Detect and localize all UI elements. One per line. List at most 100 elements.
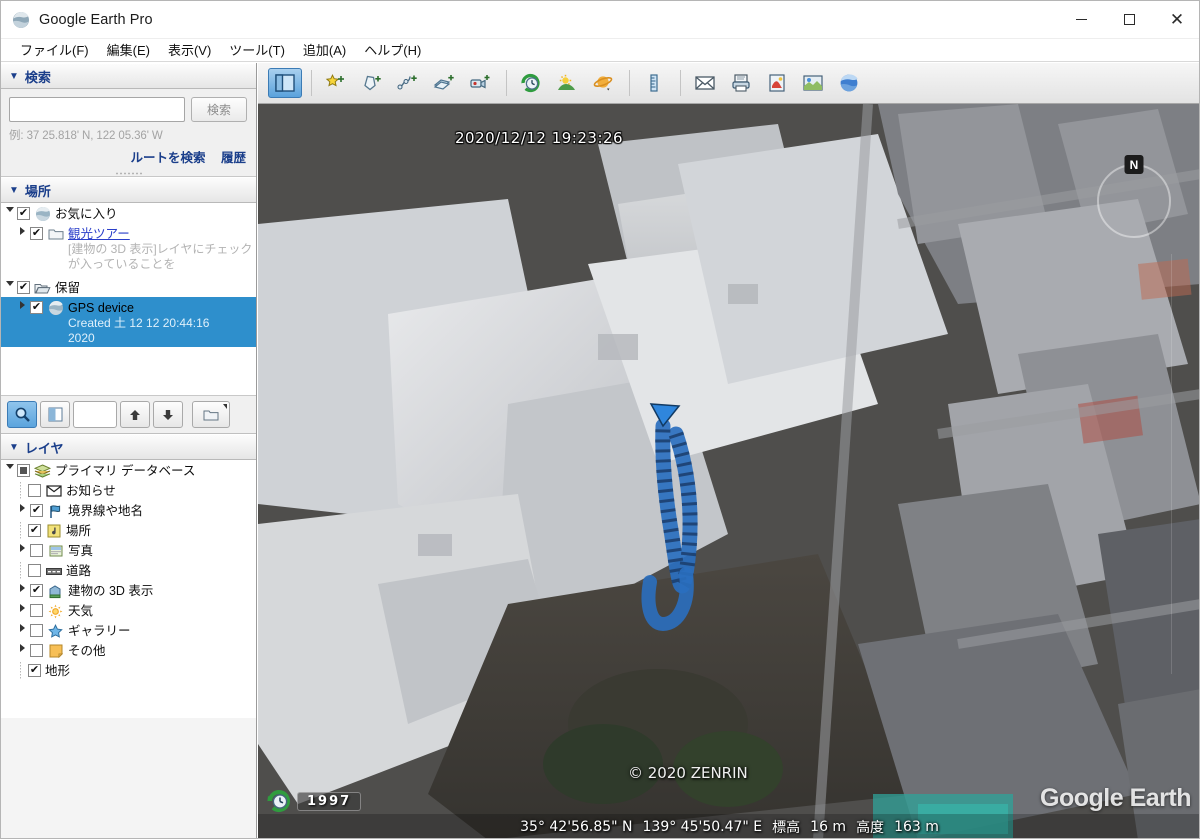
menu-file[interactable]: ファイル(F) — [11, 38, 98, 62]
add-image-overlay-button[interactable] — [427, 68, 461, 98]
save-image-button[interactable] — [760, 68, 794, 98]
search-panel-header[interactable]: ▼ 検索 — [1, 63, 256, 89]
navigation-compass[interactable]: N — [1097, 155, 1171, 238]
places-tree: ✔ お気に入り ✔ 観光ツアー [建物の 3D 表示]レイヤにチェックが入ってい… — [1, 203, 256, 396]
expand-toggle[interactable] — [3, 279, 16, 286]
checkbox[interactable]: ✔ — [17, 281, 30, 294]
view-in-maps-button[interactable] — [796, 68, 830, 98]
chevron-down-icon: ▼ — [9, 70, 19, 82]
menu-edit[interactable]: 編集(E) — [98, 38, 159, 62]
layer-item-label: プライマリ データベース — [55, 464, 196, 478]
menu-add[interactable]: 追加(A) — [294, 38, 355, 62]
checkbox[interactable] — [28, 564, 41, 577]
map-icon — [803, 75, 823, 91]
checkbox[interactable]: ✔ — [30, 584, 43, 597]
layer-item-weather[interactable]: 天気 — [1, 600, 256, 620]
expand-toggle[interactable] — [16, 502, 29, 512]
tree-guide — [16, 662, 27, 679]
places-item-tour[interactable]: ✔ 観光ツアー [建物の 3D 表示]レイヤにチェックが入っていることを — [1, 223, 256, 273]
layer-item-photos[interactable]: 写真 — [1, 540, 256, 560]
menu-tools[interactable]: ツール(T) — [220, 38, 294, 62]
polygon-icon — [364, 75, 381, 91]
earth-view-button[interactable] — [832, 68, 866, 98]
maximize-button[interactable] — [1105, 1, 1153, 39]
menu-view[interactable]: 表示(V) — [159, 38, 220, 62]
toggle-sidebar-button[interactable] — [268, 68, 302, 98]
record-tour-button[interactable] — [463, 68, 497, 98]
add-path-button[interactable] — [391, 68, 425, 98]
places-search-button[interactable] — [7, 401, 37, 428]
historical-imagery-widget[interactable]: 1997 — [266, 788, 362, 814]
expand-toggle[interactable] — [3, 205, 16, 212]
checkbox[interactable] — [17, 464, 30, 477]
layer-item-gallery[interactable]: ギャラリー — [1, 620, 256, 640]
places-folder-menu-button[interactable] — [192, 401, 230, 428]
places-item-label: GPS device — [68, 301, 135, 315]
layer-item-announcements[interactable]: お知らせ — [1, 480, 256, 500]
checkbox[interactable] — [30, 644, 43, 657]
places-item-label[interactable]: 観光ツアー — [68, 225, 254, 242]
chevron-down-icon — [223, 404, 227, 409]
menu-help[interactable]: ヘルプ(H) — [355, 38, 430, 62]
planets-button[interactable] — [586, 68, 620, 98]
expand-toggle[interactable] — [16, 642, 29, 652]
add-polygon-button[interactable] — [355, 68, 389, 98]
historical-imagery-button[interactable] — [514, 68, 548, 98]
expand-toggle[interactable] — [16, 225, 29, 235]
map-viewport[interactable]: 2020/12/12 19:23:26 © 2020 ZENRIN Google… — [258, 104, 1199, 838]
checkbox[interactable]: ✔ — [30, 227, 43, 240]
checkbox[interactable] — [28, 484, 41, 497]
places-item-temporary[interactable]: ✔ 保留 — [1, 277, 256, 297]
layer-item-places[interactable]: ✔ 場所 — [1, 520, 256, 540]
email-button[interactable] — [688, 68, 722, 98]
search-input[interactable] — [9, 97, 185, 122]
checkbox[interactable]: ✔ — [30, 301, 43, 314]
earth-icon — [47, 300, 64, 316]
places-split-view-button[interactable] — [40, 401, 70, 428]
layer-item-3d-buildings[interactable]: ✔ 建物の 3D 表示 — [1, 580, 256, 600]
places-move-up-button[interactable] — [120, 401, 150, 428]
checkbox[interactable]: ✔ — [17, 207, 30, 220]
expand-toggle[interactable] — [16, 602, 29, 612]
layers-panel-header[interactable]: ▼ レイヤ — [1, 434, 256, 460]
minimize-button[interactable] — [1057, 1, 1105, 39]
checkbox[interactable] — [30, 604, 43, 617]
sunlight-button[interactable] — [550, 68, 584, 98]
checkbox[interactable]: ✔ — [28, 524, 41, 537]
layer-item-roads[interactable]: 道路 — [1, 560, 256, 580]
photos-icon — [47, 543, 64, 559]
expand-toggle[interactable] — [16, 542, 29, 552]
expand-toggle[interactable] — [16, 582, 29, 592]
places-slider-field[interactable] — [73, 401, 117, 428]
search-button[interactable]: 検索 — [191, 97, 247, 122]
checkbox[interactable] — [30, 544, 43, 557]
expand-toggle[interactable] — [3, 462, 16, 469]
checkbox[interactable]: ✔ — [28, 664, 41, 677]
add-placemark-button[interactable] — [319, 68, 353, 98]
layer-item-borders-labels[interactable]: ✔ 境界線や地名 — [1, 500, 256, 520]
toolbar-separator — [506, 70, 507, 96]
arrow-up-icon — [130, 409, 140, 420]
print-button[interactable] — [724, 68, 758, 98]
navigation-zoom-slider[interactable] — [1171, 254, 1193, 674]
expand-toggle[interactable] — [16, 622, 29, 632]
layer-item-other[interactable]: その他 — [1, 640, 256, 660]
places-item-gps-device[interactable]: ✔ GPS device Created 土 12 12 20:44:16 20… — [1, 297, 256, 347]
ruler-button[interactable] — [637, 68, 671, 98]
expand-toggle[interactable] — [16, 299, 29, 309]
checkbox[interactable]: ✔ — [30, 504, 43, 517]
toolbar-separator — [311, 70, 312, 96]
layer-item-primary-database[interactable]: プライマリ データベース — [1, 460, 256, 480]
layer-item-terrain[interactable]: ✔ 地形 — [1, 660, 256, 680]
places-panel-header[interactable]: ▼ 場所 — [1, 177, 256, 203]
close-button[interactable]: ✕ — [1153, 1, 1199, 39]
chevron-down-icon: ▼ — [9, 184, 19, 196]
checkbox[interactable] — [30, 624, 43, 637]
history-link[interactable]: 履歴 — [221, 151, 246, 165]
places-item-favorites[interactable]: ✔ お気に入り — [1, 203, 256, 223]
places-move-down-button[interactable] — [153, 401, 183, 428]
envelope-icon — [695, 76, 715, 90]
search-panel-resize-grip[interactable] — [1, 170, 256, 177]
find-route-link[interactable]: ルートを検索 — [130, 151, 205, 165]
clock-icon — [521, 73, 540, 93]
